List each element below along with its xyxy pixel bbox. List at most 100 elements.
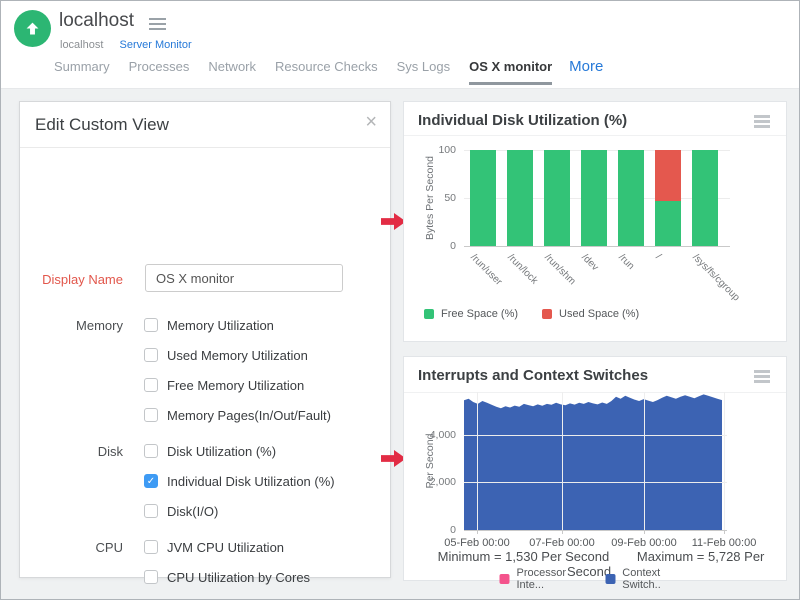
metric-row-interrupts-and-context-switches: ✓Interrupts and Context Switches: [20, 592, 390, 600]
y-tick-label: 0: [418, 240, 456, 252]
bar-x-label: /run/user: [468, 252, 504, 288]
disk-legend: Free Space (%) Used Space (%): [424, 308, 639, 320]
free-space-segment: [544, 150, 570, 246]
checkbox-cpu-utilization-by-cores[interactable]: [144, 570, 158, 584]
bar-x-label: /dev: [579, 252, 600, 273]
free-space-segment: [655, 201, 681, 246]
y-tick-label: 0: [418, 524, 456, 536]
legend-item-free-space[interactable]: Free Space (%): [424, 308, 518, 320]
x-tick-mark: [724, 530, 725, 534]
disk-chart-title: Individual Disk Utilization (%): [418, 112, 627, 129]
metric-row-memory-pages-in-out-fault: Memory Pages(In/Out/Fault): [20, 400, 390, 430]
display-name-input[interactable]: [145, 264, 343, 292]
x-tick-label: 09-Feb 00:00: [611, 537, 676, 549]
bar-x-label: /: [654, 252, 664, 262]
arrow-up-icon: [23, 19, 42, 38]
gridline: [477, 392, 478, 530]
gridline: [644, 392, 645, 530]
legend-swatch: [542, 309, 552, 319]
interrupts-legend: Processor Inte... Context Switch..: [500, 567, 691, 591]
metric-row-disk-i-o: Disk(I/O): [20, 496, 390, 526]
free-space-segment: [618, 150, 644, 246]
edit-custom-view-dialog: Edit Custom View × Display Name MemoryMe…: [19, 101, 391, 578]
metric-label: JVM CPU Utilization: [167, 540, 284, 555]
metric-label: CPU Utilization by Cores: [167, 570, 310, 585]
legend-item-context-switch[interactable]: Context Switch..: [605, 567, 690, 591]
context-switches-area: [464, 394, 722, 530]
bar-x-label: /run/shm: [542, 252, 577, 287]
group-disk: DiskDisk Utilization (%) ✓ Individual Disk…: [20, 436, 390, 526]
bar-run-lock[interactable]: [507, 150, 533, 246]
metric-label: Individual Disk Utilization (%): [167, 474, 335, 489]
minimum-value: Minimum = 1,530 Per Second: [438, 549, 610, 564]
title-menu-icon[interactable]: [149, 18, 166, 30]
checkbox-jvm-cpu-utilization[interactable]: [144, 540, 158, 554]
legend-swatch: [500, 574, 510, 584]
metric-label: Used Memory Utilization: [167, 348, 308, 363]
metric-row-memory-utilization: MemoryMemory Utilization: [20, 310, 390, 340]
metric-row-disk-utilization: DiskDisk Utilization (%): [20, 436, 390, 466]
chart-menu-icon[interactable]: [754, 370, 770, 385]
group-cpu: CPU JVM CPU Utilization CPU Utilization by…: [20, 532, 390, 600]
tab-resource-checks[interactable]: Resource Checks: [275, 59, 378, 85]
x-tick-mark: [644, 530, 645, 534]
tabs: Summary Processes Network Resource Checks Sy…: [54, 59, 552, 85]
bar-x-label: /run/lock: [505, 252, 540, 287]
tab-network[interactable]: Network: [208, 59, 256, 85]
legend-label: Processor Inte...: [517, 567, 586, 591]
gridline: [464, 435, 727, 436]
page-title: localhost: [59, 10, 134, 32]
bar-[interactable]: [655, 150, 681, 246]
chart-menu-icon[interactable]: [754, 115, 770, 130]
bar-run-user[interactable]: [470, 150, 496, 246]
divider: [404, 135, 786, 136]
legend-swatch: [424, 309, 434, 319]
monitor-status-icon: [14, 10, 51, 47]
checkbox-free-memory-utilization[interactable]: [144, 378, 158, 392]
metric-row-used-memory-utilization: Used Memory Utilization: [20, 340, 390, 370]
tab-processes[interactable]: Processes: [129, 59, 190, 85]
more-link[interactable]: More: [569, 58, 603, 75]
gridline: [724, 392, 725, 530]
area-chart-svg: [464, 392, 724, 530]
x-tick-mark: [477, 530, 478, 534]
checkbox-used-memory-utilization[interactable]: [144, 348, 158, 362]
tab-os-x-monitor[interactable]: OS X monitor: [469, 59, 552, 85]
gridline: [464, 246, 730, 247]
bar-run-shm[interactable]: [544, 150, 570, 246]
interrupts-chart-title: Interrupts and Context Switches: [418, 367, 648, 384]
y-tick-label: 50: [418, 192, 456, 204]
tab-bar: Summary Processes Network Resource Checks Sy…: [54, 58, 603, 85]
group-memory: MemoryMemory Utilization Used Memory Util…: [20, 310, 390, 430]
bar-run[interactable]: [618, 150, 644, 246]
checkbox-memory-pages-in-out-fault[interactable]: [144, 408, 158, 422]
bar-sys-fs-cgroup[interactable]: [692, 150, 718, 246]
free-space-segment: [581, 150, 607, 246]
interrupts-panel: Interrupts and Context Switches Per Seco…: [403, 356, 787, 581]
checkbox-disk-i-o[interactable]: [144, 504, 158, 518]
y-tick-label: 100: [418, 144, 456, 156]
legend-swatch: [605, 574, 615, 584]
metric-label: Memory Pages(In/Out/Fault): [167, 408, 331, 423]
group-label: CPU: [20, 540, 123, 555]
metric-row-cpu-utilization-by-cores: CPU Utilization by Cores: [20, 562, 390, 592]
legend-label: Context Switch..: [622, 567, 690, 591]
tab-summary[interactable]: Summary: [54, 59, 110, 85]
y-tick-label: 2,000: [418, 476, 456, 488]
metric-label: Disk(I/O): [167, 504, 218, 519]
breadcrumb-server-monitor-link[interactable]: Server Monitor: [119, 39, 191, 51]
legend-item-processor-inte[interactable]: Processor Inte...: [500, 567, 586, 591]
group-label: Memory: [20, 318, 123, 333]
metric-label: Free Memory Utilization: [167, 378, 304, 393]
gridline: [464, 482, 727, 483]
checkbox-memory-utilization[interactable]: [144, 318, 158, 332]
close-icon[interactable]: ×: [365, 112, 377, 132]
tab-sys-logs[interactable]: Sys Logs: [397, 59, 450, 85]
metric-row-free-memory-utilization: Free Memory Utilization: [20, 370, 390, 400]
legend-label: Free Space (%): [441, 308, 518, 320]
checkbox-individual-disk-utilization[interactable]: ✓: [144, 474, 158, 488]
display-name-label: Display Name: [20, 272, 123, 287]
checkbox-disk-utilization[interactable]: [144, 444, 158, 458]
legend-item-used-space[interactable]: Used Space (%): [542, 308, 639, 320]
bar-dev[interactable]: [581, 150, 607, 246]
